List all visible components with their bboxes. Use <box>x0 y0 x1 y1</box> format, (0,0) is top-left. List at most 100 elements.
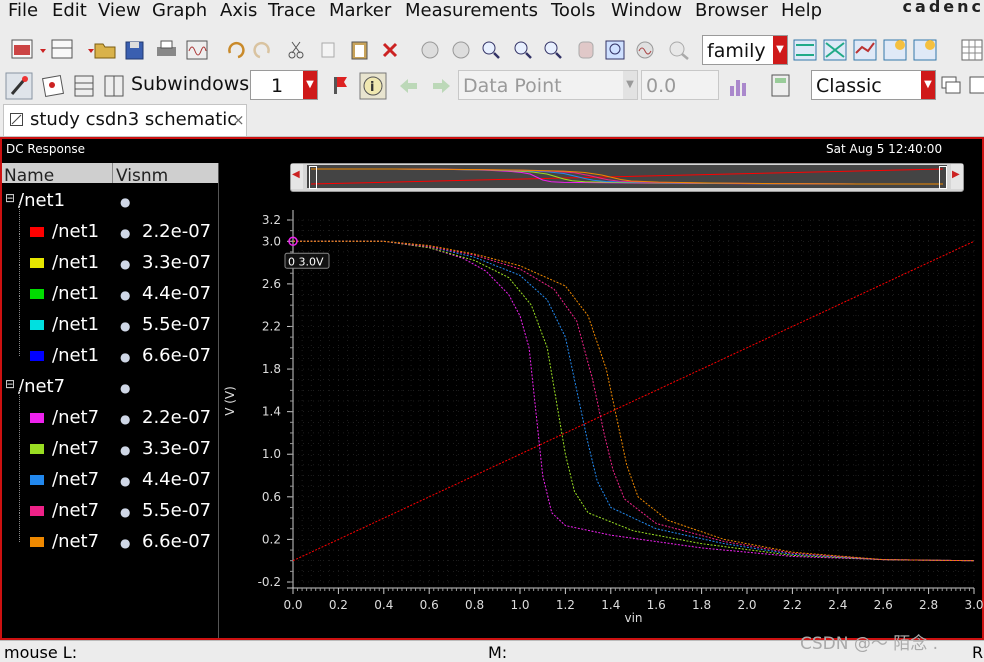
legend-item[interactable]: /net7 ● 5.5e-07 <box>2 481 217 528</box>
arrow-right-icon[interactable] <box>433 79 450 93</box>
collapse-icon[interactable]: ⊟ <box>5 191 15 205</box>
grid-toggle-icon[interactable] <box>961 39 983 61</box>
legend-item[interactable]: /net7 ● 3.3e-07 <box>2 419 217 466</box>
copy-icon[interactable] <box>321 42 335 58</box>
menu-window[interactable]: Window <box>611 0 682 22</box>
legend-item[interactable]: /net1 ● 2.2e-07 <box>2 202 217 249</box>
overview-left-button[interactable]: ◀ <box>291 164 303 189</box>
layout-icon[interactable] <box>51 39 73 59</box>
arrow-left-icon[interactable] <box>400 79 417 93</box>
menu-trace[interactable]: Trace <box>268 0 316 22</box>
tab-study-schematic[interactable]: study csdn3 schematic × <box>3 104 247 136</box>
family-combo[interactable]: family ▼ <box>702 35 788 65</box>
eye-icon[interactable]: ● <box>120 319 130 333</box>
trace-layout-icon-3[interactable] <box>853 39 877 61</box>
window-cascade-icon[interactable] <box>941 76 961 94</box>
redo-icon[interactable] <box>253 42 270 59</box>
trace-layout-icon-2[interactable] <box>823 39 847 61</box>
spectrum-icon[interactable] <box>636 41 654 59</box>
close-icon[interactable]: × <box>232 111 245 129</box>
cards-icon[interactable] <box>41 74 65 98</box>
eye-icon[interactable]: ● <box>120 226 130 240</box>
eye-icon[interactable]: ● <box>120 350 130 364</box>
chart-plot[interactable]: 0.0 0.2 0.4 0.6 0.8 1.0 1.2 1.4 1.6 1.8 2.0 2.2 2.4 2… <box>222 193 984 638</box>
zoom-fit-icon[interactable] <box>482 41 500 59</box>
trace-icons <box>793 39 983 61</box>
new-window-icon[interactable] <box>11 39 33 59</box>
menu-browser[interactable]: Browser <box>695 0 768 22</box>
legend-item[interactable]: /net7 ● 4.4e-07 <box>2 450 217 497</box>
delete-icon[interactable] <box>382 42 398 58</box>
menu-file[interactable]: File <box>8 0 38 22</box>
zoom-x-icon[interactable] <box>514 41 532 59</box>
print-icon[interactable] <box>157 40 176 56</box>
eye-icon[interactable]: ● <box>120 288 130 302</box>
bar-chart-icon[interactable] <box>730 80 746 96</box>
legend-group[interactable]: ⊟/net1 ● <box>2 187 217 218</box>
window-tile-icon[interactable] <box>969 76 984 94</box>
legend-group[interactable]: ⊟/net7 ● <box>2 373 217 404</box>
schematic-icon <box>10 113 23 126</box>
style-combo[interactable]: Classic ▼ <box>811 70 936 100</box>
wand-icon[interactable] <box>5 72 33 100</box>
menu-graph[interactable]: Graph <box>152 0 207 22</box>
legend-item[interactable]: /net1 ● 3.3e-07 <box>2 233 217 280</box>
stacked-layout-icon[interactable] <box>74 75 94 97</box>
menu-marker[interactable]: Marker <box>329 0 391 22</box>
cut-icon[interactable] <box>288 41 304 59</box>
menu-edit[interactable]: Edit <box>52 0 87 22</box>
legend-item[interactable]: /net1 ● 4.4e-07 <box>2 264 217 311</box>
eye-icon[interactable]: ● <box>120 195 130 209</box>
legend-item[interactable]: /net7 ● 6.6e-07 <box>2 512 217 559</box>
eye-icon[interactable]: ● <box>120 257 130 271</box>
legend-item[interactable]: /net7 ● 2.2e-07 <box>2 388 217 435</box>
trace-layout-icon-5[interactable] <box>913 39 937 61</box>
trace-layout-icon-1[interactable] <box>793 39 817 61</box>
marker-point[interactable]: 0 3.0V <box>284 236 330 269</box>
info-icon[interactable]: i <box>359 72 387 100</box>
pan-icon[interactable] <box>578 41 594 59</box>
collapse-icon[interactable]: ⊟ <box>5 377 15 391</box>
chevron-down-icon[interactable]: ▼ <box>773 36 787 64</box>
eye-icon[interactable]: ● <box>120 505 130 519</box>
series-line-0[interactable] <box>292 240 975 562</box>
fit-window-icon[interactable] <box>605 40 625 60</box>
data-point-placeholder: Data Point <box>463 75 562 97</box>
zoom-y-icon[interactable] <box>544 41 562 59</box>
menu-axis[interactable]: Axis <box>220 0 257 22</box>
open-folder-icon[interactable] <box>94 43 116 59</box>
waveform-icon[interactable] <box>186 40 208 60</box>
undo-icon[interactable] <box>228 42 245 59</box>
subwindows-combo[interactable]: 1 ▼ <box>250 70 318 100</box>
overview-handle-right[interactable] <box>939 166 947 189</box>
chevron-down-icon[interactable]: ▼ <box>623 71 637 99</box>
save-icon[interactable] <box>125 41 144 60</box>
eye-icon[interactable]: ● <box>120 443 130 457</box>
paste-icon[interactable] <box>351 41 368 60</box>
data-point-value-field[interactable]: 0.0 <box>641 70 719 100</box>
overview-scrollbar[interactable]: ◀ ▶ <box>290 163 964 192</box>
calculator-icon[interactable] <box>771 74 790 97</box>
chevron-down-icon[interactable]: ▼ <box>921 71 935 99</box>
zoom-out-icon[interactable] <box>452 41 470 59</box>
flag-icon[interactable] <box>334 77 347 94</box>
split-layout-icon[interactable] <box>104 75 124 97</box>
eye-icon[interactable]: ● <box>120 536 130 550</box>
zoom-in-icon[interactable] <box>421 41 439 59</box>
overview-handle-left[interactable] <box>309 166 317 189</box>
eye-icon[interactable]: ● <box>120 412 130 426</box>
brand-logo: cadenc <box>902 0 984 16</box>
menu-measurements[interactable]: Measurements <box>405 0 538 22</box>
legend-item[interactable]: /net1 ● 5.5e-07 <box>2 295 217 342</box>
menu-view[interactable]: View <box>98 0 141 22</box>
eye-icon[interactable]: ● <box>120 381 130 395</box>
trace-layout-icon-4[interactable] <box>883 39 907 61</box>
legend-item[interactable]: /net1 ● 6.6e-07 <box>2 326 217 373</box>
menu-help[interactable]: Help <box>781 0 822 22</box>
menu-tools[interactable]: Tools <box>551 0 595 22</box>
eye-icon[interactable]: ● <box>120 474 130 488</box>
zoom-reset-icon[interactable] <box>669 41 689 60</box>
data-point-combo[interactable]: Data Point ▼ <box>458 70 638 100</box>
overview-right-button[interactable]: ▶ <box>951 164 963 189</box>
chevron-down-icon[interactable]: ▼ <box>303 71 317 99</box>
